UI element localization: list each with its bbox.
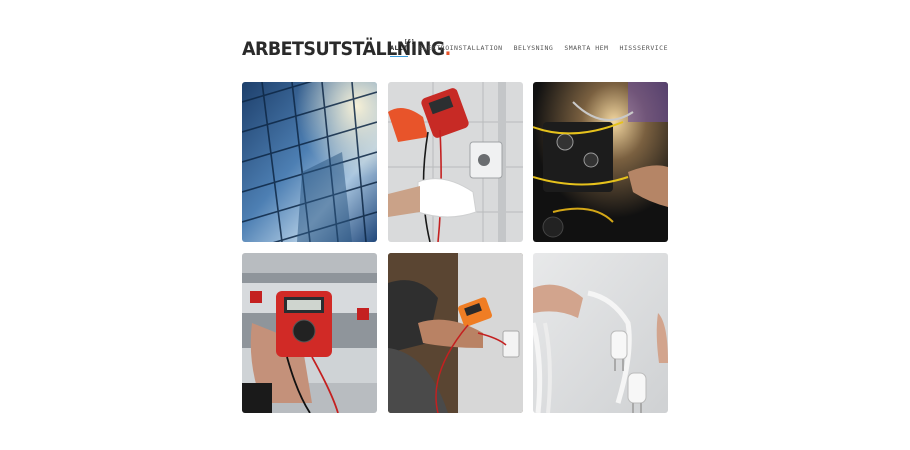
filter-label: ALLT bbox=[390, 44, 408, 52]
gallery-item-panel-wiring[interactable] bbox=[533, 82, 668, 242]
testing-outlet-image bbox=[387, 253, 523, 413]
filter-count: [6] bbox=[404, 39, 415, 45]
gallery-item-multimeter-socket[interactable] bbox=[387, 82, 523, 242]
multimeter-socket-image bbox=[387, 82, 523, 242]
gallery-item-power-plug[interactable] bbox=[533, 253, 668, 413]
multimeter-battery-image bbox=[242, 253, 377, 413]
power-plug-image bbox=[533, 253, 668, 413]
gallery-grid bbox=[242, 82, 668, 413]
filter-smarta-hem[interactable]: SMARTA HEM bbox=[564, 44, 608, 57]
filter-all[interactable]: ALLT [6] bbox=[390, 39, 414, 57]
gallery-item-glass-building[interactable] bbox=[242, 82, 377, 242]
site-header: ARBETSUTSTÄLLNING. ALLT [6] ELEKTROINSTA… bbox=[242, 36, 668, 64]
filter-hissservice[interactable]: HISSSERVICE bbox=[619, 44, 668, 57]
filter-elektroinstallation[interactable]: ELEKTROINSTALLATION bbox=[419, 44, 503, 57]
panel-wiring-image bbox=[533, 82, 668, 242]
glass-building-image bbox=[242, 82, 377, 242]
portfolio-filter-nav: ALLT [6] ELEKTROINSTALLATION BELYSNING S… bbox=[390, 39, 668, 57]
gallery-item-testing-outlet[interactable] bbox=[387, 253, 523, 413]
filter-belysning[interactable]: BELYSNING bbox=[514, 44, 554, 57]
gallery-item-multimeter-battery[interactable] bbox=[242, 253, 377, 413]
